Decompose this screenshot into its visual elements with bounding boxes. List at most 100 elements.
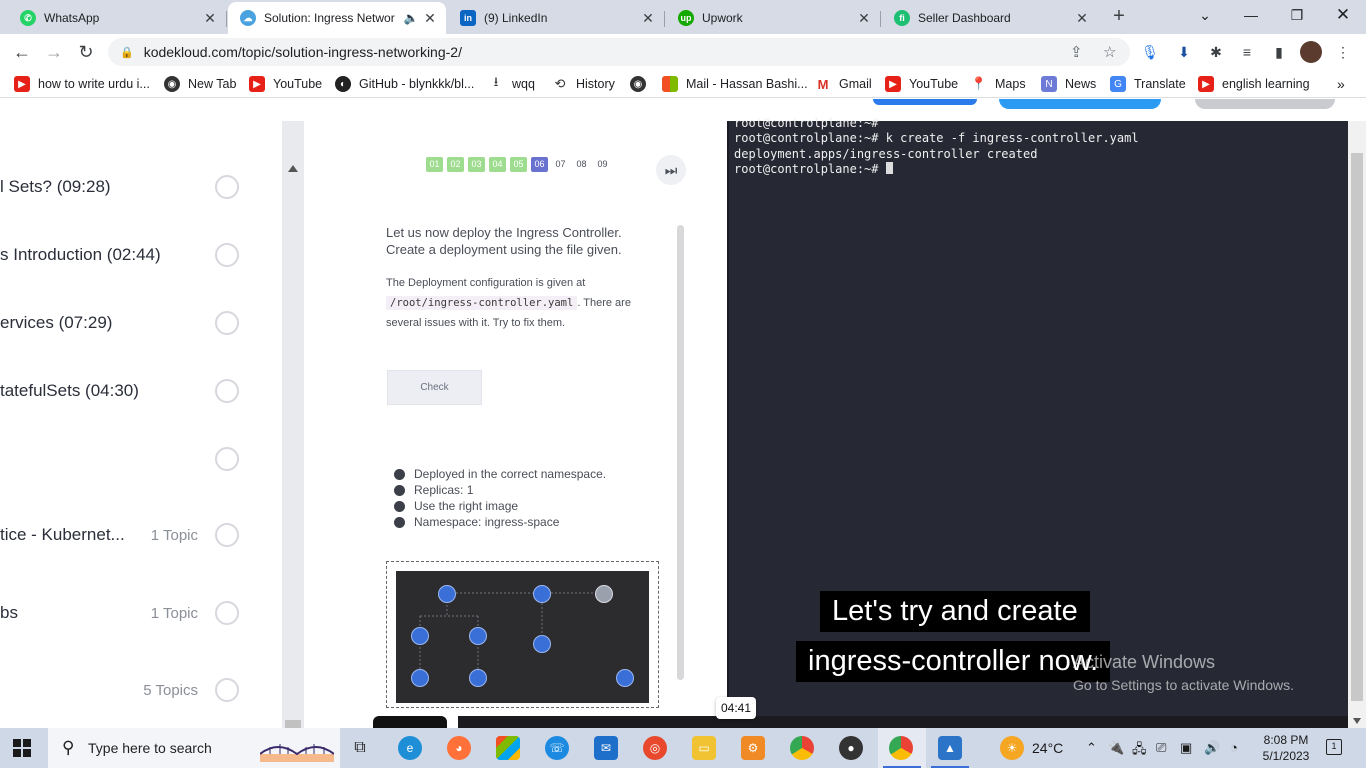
media-control-icon[interactable]: ≡ xyxy=(1238,43,1256,61)
chrome-active-icon[interactable] xyxy=(889,736,913,760)
extensions-icon[interactable]: ✱ xyxy=(1207,43,1225,61)
close-icon[interactable]: ✕ xyxy=(640,10,656,27)
close-icon[interactable]: ✕ xyxy=(856,10,872,27)
bookmark-item[interactable]: M Gmail xyxy=(815,75,872,93)
question-number[interactable]: 01 xyxy=(426,157,443,172)
tab-upwork[interactable]: up Upwork ✕ xyxy=(666,2,881,34)
usb-icon[interactable]: ⎚ xyxy=(1156,740,1166,756)
show-hidden-icons-icon[interactable]: ⌃ xyxy=(1086,740,1097,756)
nav-button[interactable] xyxy=(1195,99,1335,109)
bookmark-item[interactable]: N News xyxy=(1041,75,1096,93)
share-icon[interactable]: ⇪ xyxy=(1070,43,1083,61)
page-scrollbar[interactable] xyxy=(1348,121,1366,728)
question-number[interactable]: 05 xyxy=(510,157,527,172)
bookmark-item[interactable]: G Translate xyxy=(1110,75,1186,93)
address-bar[interactable]: 🔒 kodekloud.com/topic/solution-ingress-n… xyxy=(108,38,1130,66)
video-control-button[interactable] xyxy=(373,716,447,728)
completion-circle-icon[interactable] xyxy=(215,678,239,702)
close-icon[interactable]: ✕ xyxy=(422,10,438,27)
new-tab-button[interactable]: + xyxy=(1108,6,1130,28)
tab-whatsapp[interactable]: ✆ WhatsApp ✕ xyxy=(8,2,227,34)
photos-icon[interactable]: ▲ xyxy=(938,736,962,760)
completion-circle-icon[interactable] xyxy=(215,311,239,335)
bookmark-item[interactable]: ◉ New Tab xyxy=(164,75,236,93)
side-panel-icon[interactable]: ▮ xyxy=(1270,43,1288,61)
terminal-prompt[interactable]: root@controlplane:~# xyxy=(734,162,893,176)
question-number[interactable]: 07 xyxy=(552,157,569,172)
bookmark-star-icon[interactable]: ☆ xyxy=(1103,43,1116,61)
mail-icon[interactable]: ✉ xyxy=(594,736,618,760)
avatar[interactable] xyxy=(1300,41,1322,63)
skip-forward-button[interactable]: ⏭ xyxy=(656,155,686,185)
task-view-icon[interactable]: ⧉ xyxy=(348,736,372,760)
bookmark-item[interactable]: ▶ english learning xyxy=(1198,75,1310,93)
reload-button[interactable]: ↻ xyxy=(73,39,99,65)
display-icon[interactable]: ▣ xyxy=(1180,740,1192,756)
weather-temperature[interactable]: 24°C xyxy=(1032,740,1063,756)
edge-icon[interactable]: e xyxy=(398,736,422,760)
list-item[interactable]: s Introduction (02:44) xyxy=(0,235,260,275)
bookmark-item[interactable]: ▶ YouTube xyxy=(885,75,958,93)
file-explorer-icon[interactable]: ▭ xyxy=(692,736,716,760)
weather-sun-icon[interactable]: ☀ xyxy=(1000,736,1024,760)
window-close-button[interactable]: ✕ xyxy=(1320,0,1366,32)
close-icon[interactable]: ✕ xyxy=(202,10,218,27)
question-number[interactable]: 09 xyxy=(594,157,611,172)
menu-icon[interactable]: ⋮ xyxy=(1334,43,1352,61)
list-item[interactable] xyxy=(0,439,260,479)
scroll-down-icon[interactable] xyxy=(1353,718,1361,724)
speaker-icon[interactable]: 🔈 xyxy=(400,11,422,25)
scroll-thumb[interactable] xyxy=(1351,153,1363,701)
question-number[interactable]: 02 xyxy=(447,157,464,172)
settings-gear-icon[interactable]: ⚙ xyxy=(741,736,765,760)
tab-kodekloud[interactable]: ☁ Solution: Ingress Networ 🔈 ✕ xyxy=(228,2,446,34)
completion-circle-icon[interactable] xyxy=(215,447,239,471)
terminal[interactable]: root@controlplane:~# root@controlplane:~… xyxy=(727,116,1348,728)
system-clock[interactable]: 8:08 PM 5/1/2023 xyxy=(1258,732,1314,764)
maximize-button[interactable]: ❐ xyxy=(1274,0,1320,32)
download-extension-icon[interactable]: ⬇ xyxy=(1175,43,1193,61)
volume-icon[interactable]: 🔊 xyxy=(1204,740,1220,756)
question-number[interactable]: 04 xyxy=(489,157,506,172)
completion-circle-icon[interactable] xyxy=(215,379,239,403)
more-bookmarks-icon[interactable]: » xyxy=(1337,75,1345,93)
question-number[interactable]: 08 xyxy=(573,157,590,172)
bookmark-item[interactable]: Mail - Hassan Bashi... xyxy=(662,75,808,93)
tab-linkedin[interactable]: in (9) LinkedIn ✕ xyxy=(448,2,665,34)
bookmark-item[interactable]: ◉ xyxy=(630,75,654,93)
completion-circle-icon[interactable] xyxy=(215,523,239,547)
bookmark-item[interactable]: ▶ how to write urdu i... xyxy=(14,75,150,93)
nav-button[interactable] xyxy=(999,99,1161,109)
scroll-up-icon[interactable] xyxy=(288,165,298,172)
phone-link-icon[interactable]: ☏ xyxy=(545,736,569,760)
bookmark-item[interactable]: ◐ GitHub - blynkkk/bl... xyxy=(335,75,474,93)
bookmark-item[interactable]: ⭳ wqq xyxy=(488,74,535,93)
nav-button[interactable] xyxy=(873,99,977,105)
tab-fiverr[interactable]: fi Seller Dashboard ✕ xyxy=(882,2,1098,34)
minimize-button[interactable]: — xyxy=(1228,0,1274,32)
tab-search-icon[interactable]: ⌄ xyxy=(1182,0,1228,32)
scroll-thumb[interactable] xyxy=(285,720,301,728)
list-item[interactable]: l Sets? (09:28) xyxy=(0,167,260,207)
chrome-icon[interactable] xyxy=(790,736,814,760)
bookmark-item[interactable]: ⟲ History xyxy=(552,75,615,93)
forward-button[interactable]: → xyxy=(41,39,67,65)
question-number[interactable]: 03 xyxy=(468,157,485,172)
lab-scrollbar[interactable] xyxy=(677,225,684,680)
list-item[interactable]: ervices (07:29) xyxy=(0,303,260,343)
check-button[interactable]: Check xyxy=(387,370,482,405)
windows-start-icon[interactable] xyxy=(13,739,31,757)
back-button[interactable]: ← xyxy=(9,39,35,65)
lesson-scrollbar[interactable] xyxy=(282,121,304,728)
video-progress-bar[interactable] xyxy=(458,716,1348,728)
notification-icon[interactable]: 1 xyxy=(1326,739,1342,755)
microphone-icon[interactable]: 🎙 xyxy=(1141,43,1159,61)
taskbar-search[interactable]: ⚲ Type here to search xyxy=(48,728,340,768)
firefox-icon[interactable]: ◕ xyxy=(447,736,471,760)
completion-circle-icon[interactable] xyxy=(215,243,239,267)
list-item[interactable]: bs 1 Topic xyxy=(0,593,260,633)
completion-circle-icon[interactable] xyxy=(215,601,239,625)
url-text[interactable]: kodekloud.com/topic/solution-ingress-net… xyxy=(144,44,462,60)
microsoft-store-icon[interactable] xyxy=(496,736,520,760)
list-item[interactable]: tatefulSets (04:30) xyxy=(0,371,260,411)
